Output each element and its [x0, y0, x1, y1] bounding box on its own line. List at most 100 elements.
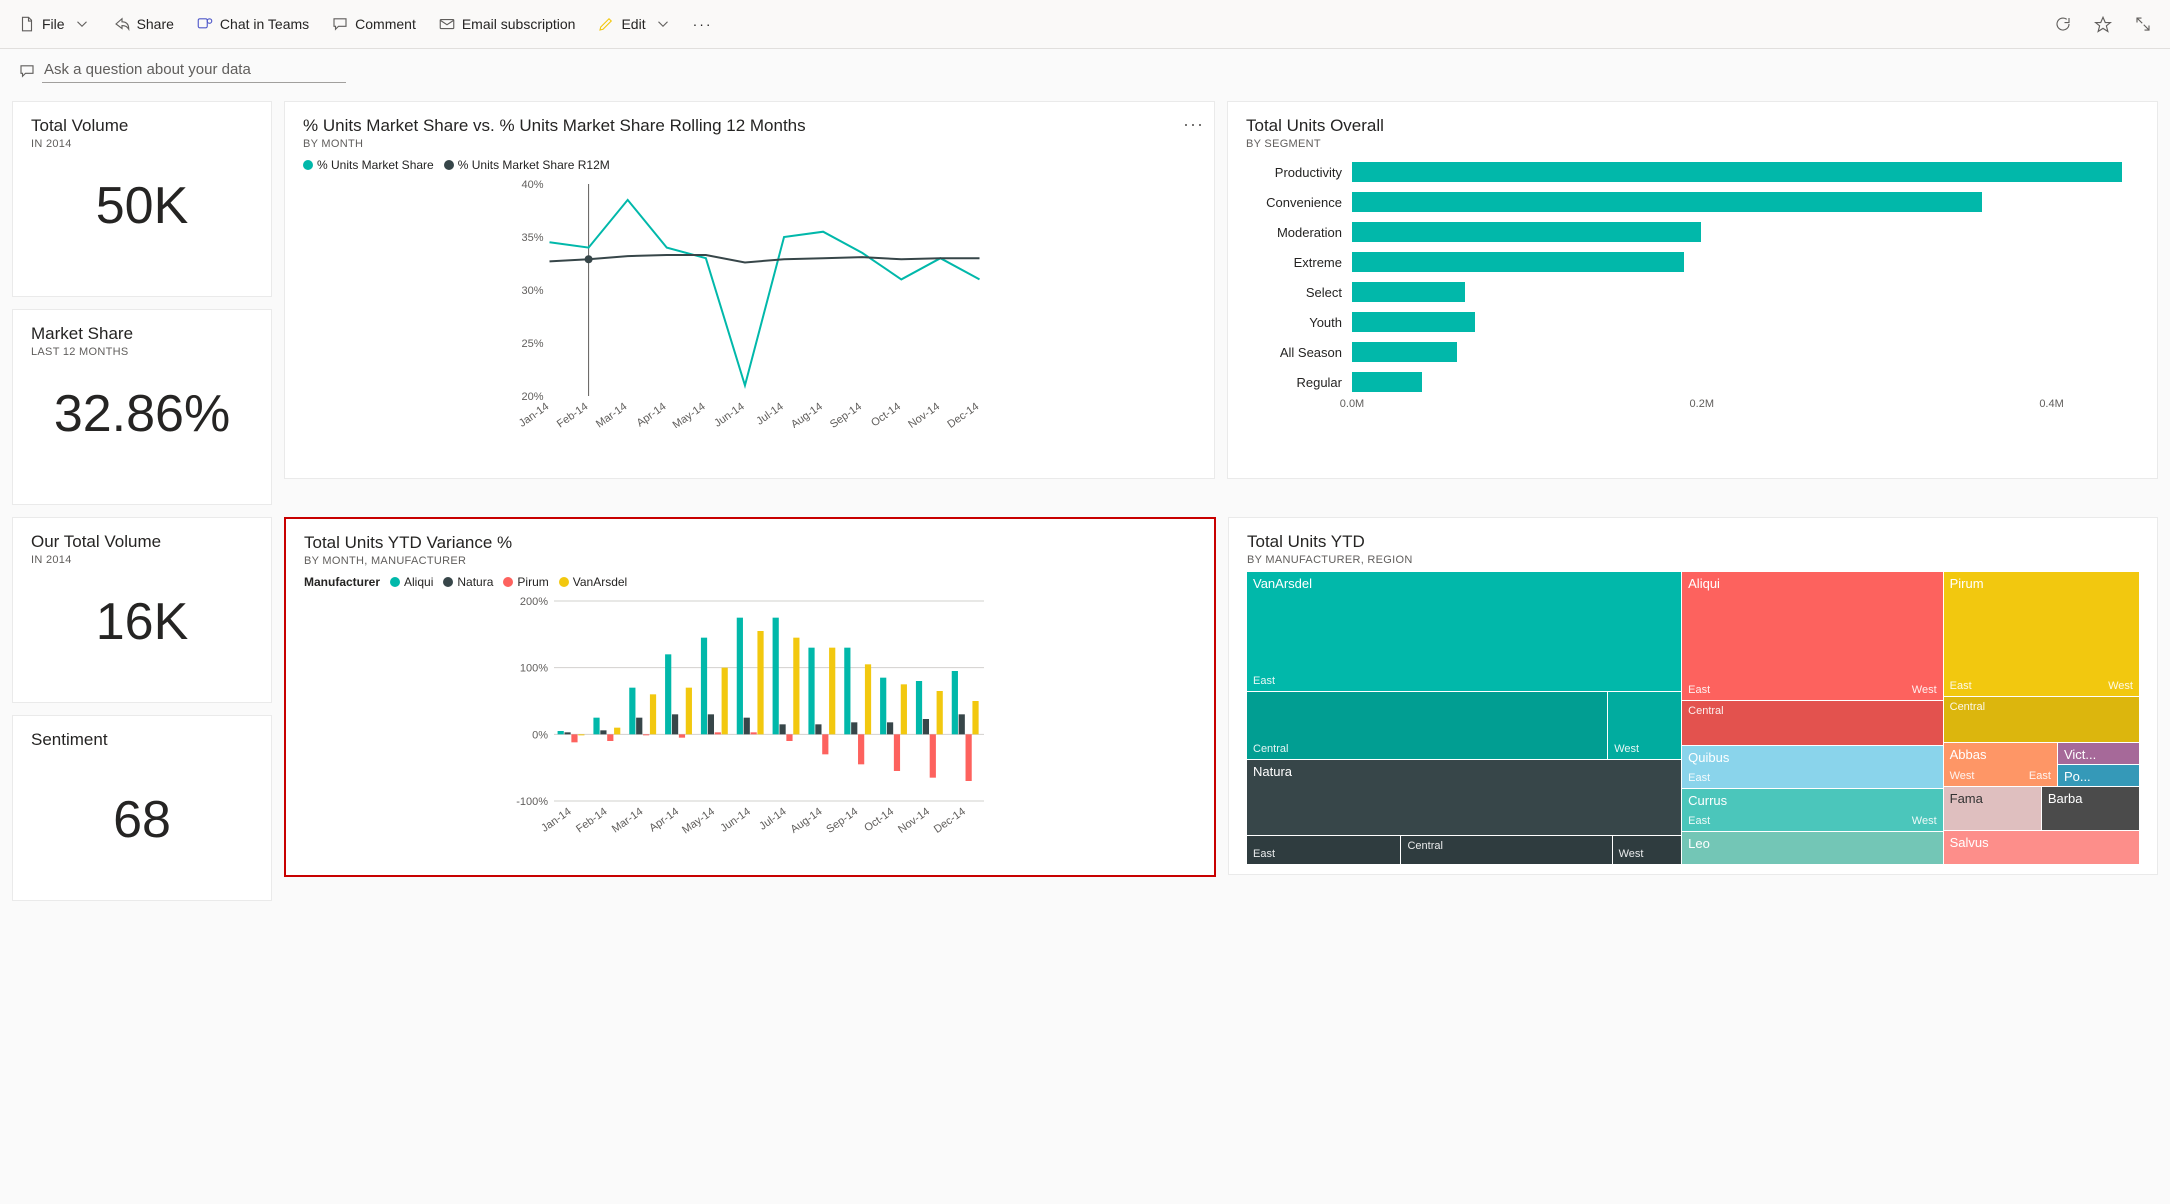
- tile-ytd-variance[interactable]: Total Units YTD Variance % BY MONTH, MAN…: [284, 517, 1216, 877]
- edit-menu[interactable]: Edit: [597, 15, 671, 33]
- tile-total-units-segment[interactable]: Total Units Overall BY SEGMENT Productiv…: [1227, 101, 2158, 479]
- chart-sub: BY MONTH: [303, 138, 1196, 150]
- svg-text:20%: 20%: [521, 391, 543, 403]
- share-label: Share: [137, 16, 174, 32]
- pencil-icon: [597, 15, 615, 33]
- treemap-natura-central[interactable]: Central: [1401, 836, 1611, 864]
- treemap-natura-west[interactable]: West: [1613, 836, 1682, 864]
- hbar-label: All Season: [1246, 345, 1352, 360]
- tile-options-button[interactable]: ···: [1183, 114, 1204, 135]
- legend-title-label: Manufacturer: [304, 575, 380, 589]
- comment-icon: [18, 62, 36, 80]
- svg-text:Jan-14: Jan-14: [539, 806, 573, 835]
- expand-icon: [2134, 15, 2152, 33]
- comment-label: Comment: [355, 16, 416, 32]
- card-title: Total Volume: [31, 116, 253, 136]
- hbar-row[interactable]: Moderation: [1246, 218, 2139, 246]
- toolbar: File Share Chat in Teams Comment Email s…: [0, 0, 2170, 49]
- treemap-natura-east[interactable]: East: [1247, 836, 1400, 864]
- chat-teams-button[interactable]: Chat in Teams: [196, 15, 309, 33]
- treemap-barba[interactable]: Barba: [2042, 787, 2139, 830]
- share-icon: [113, 15, 131, 33]
- treemap-pirum[interactable]: Pirum East West: [1944, 572, 2139, 696]
- svg-text:Feb-14: Feb-14: [574, 806, 609, 835]
- edit-label: Edit: [621, 16, 645, 32]
- treemap-fama[interactable]: Fama: [1944, 787, 2041, 830]
- fullscreen-button[interactable]: [2134, 15, 2152, 33]
- treemap-po[interactable]: Po...: [2058, 765, 2139, 786]
- svg-text:Oct-14: Oct-14: [862, 806, 896, 835]
- treemap-leo[interactable]: Leo: [1682, 832, 1942, 864]
- email-label: Email subscription: [462, 16, 576, 32]
- hbar-row[interactable]: All Season: [1246, 338, 2139, 366]
- file-menu[interactable]: File: [18, 15, 91, 33]
- hbar-row[interactable]: Productivity: [1246, 158, 2139, 186]
- svg-text:Nov-14: Nov-14: [896, 806, 932, 835]
- treemap-vanarsdel-west[interactable]: West: [1608, 692, 1681, 759]
- file-label: File: [42, 16, 65, 32]
- treemap-vanarsdel-central[interactable]: Central: [1247, 692, 1607, 759]
- treemap-currus[interactable]: Currus East West: [1682, 789, 1942, 831]
- treemap-vict[interactable]: Vict...: [2058, 743, 2139, 764]
- svg-text:100%: 100%: [520, 663, 548, 675]
- treemap-salvus[interactable]: Salvus: [1944, 831, 2139, 864]
- star-icon: [2094, 15, 2112, 33]
- hbar-row[interactable]: Regular: [1246, 368, 2139, 396]
- treemap-pirum-central[interactable]: Central: [1944, 697, 2139, 742]
- treemap-aliqui[interactable]: Aliqui East West: [1682, 572, 1942, 700]
- favorite-button[interactable]: [2094, 15, 2112, 33]
- svg-text:Mar-14: Mar-14: [610, 806, 645, 835]
- card-value: 16K: [31, 592, 253, 652]
- svg-text:Aug-14: Aug-14: [789, 806, 825, 835]
- tile-sentiment[interactable]: Sentiment 68: [12, 715, 272, 901]
- chart-sub: BY SEGMENT: [1246, 138, 2139, 150]
- line-chart-svg: 20%25%30%35%40%Jan-14Feb-14Mar-14Apr-14M…: [303, 178, 1196, 428]
- share-button[interactable]: Share: [113, 15, 174, 33]
- treemap-abbas[interactable]: Abbas West East: [1944, 743, 2057, 786]
- hbar-row[interactable]: Extreme: [1246, 248, 2139, 276]
- hbar-row[interactable]: Youth: [1246, 308, 2139, 336]
- svg-text:Jun-14: Jun-14: [712, 401, 746, 428]
- tile-market-share[interactable]: Market Share LAST 12 MONTHS 32.86%: [12, 309, 272, 505]
- svg-text:Jun-14: Jun-14: [718, 806, 752, 835]
- chart-sub: BY MANUFACTURER, REGION: [1247, 554, 2139, 566]
- treemap-aliqui-central[interactable]: Central: [1682, 701, 1942, 745]
- hbar-label: Select: [1246, 285, 1352, 300]
- comment-button[interactable]: Comment: [331, 15, 416, 33]
- hbar-label: Convenience: [1246, 195, 1352, 210]
- chart-title: Total Units YTD: [1247, 532, 2139, 552]
- svg-text:May-14: May-14: [680, 806, 717, 835]
- chart-title: % Units Market Share vs. % Units Market …: [303, 116, 1196, 136]
- chart-title: Total Units Overall: [1246, 116, 2139, 136]
- tile-total-volume[interactable]: Total Volume IN 2014 50K: [12, 101, 272, 297]
- svg-text:Aug-14: Aug-14: [789, 401, 825, 428]
- treemap-natura[interactable]: Natura: [1247, 760, 1681, 835]
- line-legend: % Units Market Share % Units Market Shar…: [303, 158, 1196, 172]
- hbar-label: Extreme: [1246, 255, 1352, 270]
- svg-text:Jul-14: Jul-14: [754, 401, 785, 428]
- svg-text:0%: 0%: [532, 729, 548, 741]
- email-sub-button[interactable]: Email subscription: [438, 15, 576, 33]
- hbar-row[interactable]: Select: [1246, 278, 2139, 306]
- chart-title: Total Units YTD Variance %: [304, 533, 1196, 553]
- svg-text:35%: 35%: [521, 232, 543, 244]
- card-value: 50K: [31, 176, 253, 236]
- more-menu[interactable]: ···: [694, 15, 712, 33]
- tile-our-total-volume[interactable]: Our Total Volume IN 2014 16K: [12, 517, 272, 703]
- svg-text:Feb-14: Feb-14: [555, 401, 590, 428]
- refresh-button[interactable]: [2054, 15, 2072, 33]
- treemap-vanarsdel[interactable]: VanArsdel East: [1247, 572, 1681, 691]
- treemap-quibus[interactable]: Quibus East: [1682, 746, 1942, 788]
- tile-market-share-line[interactable]: ··· % Units Market Share vs. % Units Mar…: [284, 101, 1215, 479]
- teams-icon: [196, 15, 214, 33]
- card-sub: IN 2014: [31, 554, 253, 566]
- qna-input[interactable]: Ask a question about your data: [42, 59, 346, 83]
- svg-text:Oct-14: Oct-14: [869, 401, 903, 428]
- hbar-row[interactable]: Convenience: [1246, 188, 2139, 216]
- hbar-chart: Productivity Convenience Moderation Extr…: [1246, 158, 2139, 398]
- card-title: Sentiment: [31, 730, 253, 750]
- hbar-label: Regular: [1246, 375, 1352, 390]
- tile-treemap[interactable]: Total Units YTD BY MANUFACTURER, REGION …: [1228, 517, 2158, 875]
- refresh-icon: [2054, 15, 2072, 33]
- svg-text:25%: 25%: [521, 338, 543, 350]
